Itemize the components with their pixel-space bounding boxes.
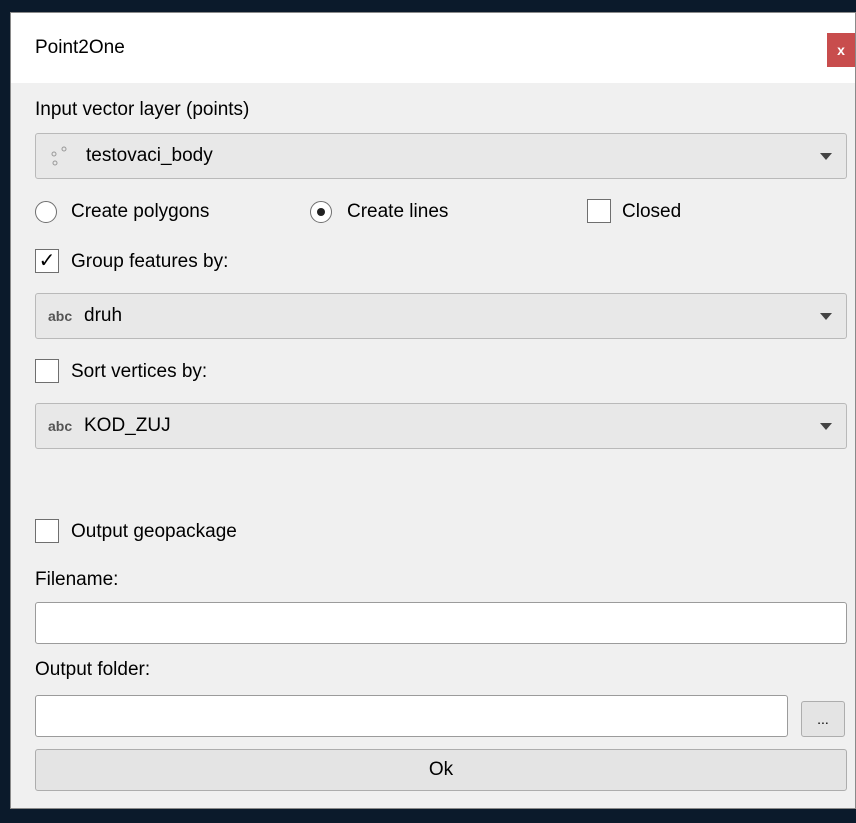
input-layer-combobox[interactable]: testovaci_body xyxy=(35,133,847,179)
checkmark-icon: ✓ xyxy=(38,250,56,272)
closed-label: Closed xyxy=(622,201,682,222)
output-folder-label: Output folder: xyxy=(35,659,151,680)
chevron-down-icon xyxy=(820,313,832,320)
browse-folder-button[interactable]: ... xyxy=(801,701,845,737)
output-folder-input[interactable] xyxy=(35,695,788,737)
ok-button[interactable]: Ok xyxy=(35,749,847,791)
filename-label: Filename: xyxy=(35,569,119,590)
output-geopackage-checkbox[interactable] xyxy=(35,519,59,543)
ok-button-label: Ok xyxy=(428,759,454,780)
create-lines-radio[interactable] xyxy=(310,201,332,223)
sort-vertices-checkbox[interactable] xyxy=(35,359,59,383)
title-bar: Point2One x xyxy=(11,13,855,83)
create-lines-label: Create lines xyxy=(347,201,449,222)
chevron-down-icon xyxy=(820,153,832,160)
browse-button-label: ... xyxy=(817,711,829,727)
group-field-value: druh xyxy=(84,305,123,326)
filename-input[interactable] xyxy=(35,602,847,644)
dialog-title: Point2One xyxy=(35,37,125,58)
close-icon: x xyxy=(837,42,845,58)
group-features-checkbox[interactable]: ✓ xyxy=(35,249,59,273)
output-geopackage-label: Output geopackage xyxy=(71,521,237,542)
close-button[interactable]: x xyxy=(827,33,855,67)
closed-checkbox[interactable] xyxy=(587,199,611,223)
text-field-icon: abc xyxy=(48,308,73,324)
point2one-dialog: Point2One x Input vector layer (points) … xyxy=(10,12,856,809)
group-features-label: Group features by: xyxy=(71,251,229,272)
radio-selected-dot xyxy=(317,208,325,216)
chevron-down-icon xyxy=(820,423,832,430)
text-field-icon: abc xyxy=(48,418,73,434)
create-polygons-label: Create polygons xyxy=(71,201,210,222)
create-polygons-radio[interactable] xyxy=(35,201,57,223)
input-layer-value: testovaci_body xyxy=(86,145,213,166)
group-field-combobox[interactable]: abc druh xyxy=(35,293,847,339)
sort-vertices-label: Sort vertices by: xyxy=(71,361,208,382)
sort-field-value: KOD_ZUJ xyxy=(84,415,171,436)
sort-field-combobox[interactable]: abc KOD_ZUJ xyxy=(35,403,847,449)
point-layer-icon xyxy=(51,146,67,166)
input-layer-label: Input vector layer (points) xyxy=(35,99,250,120)
